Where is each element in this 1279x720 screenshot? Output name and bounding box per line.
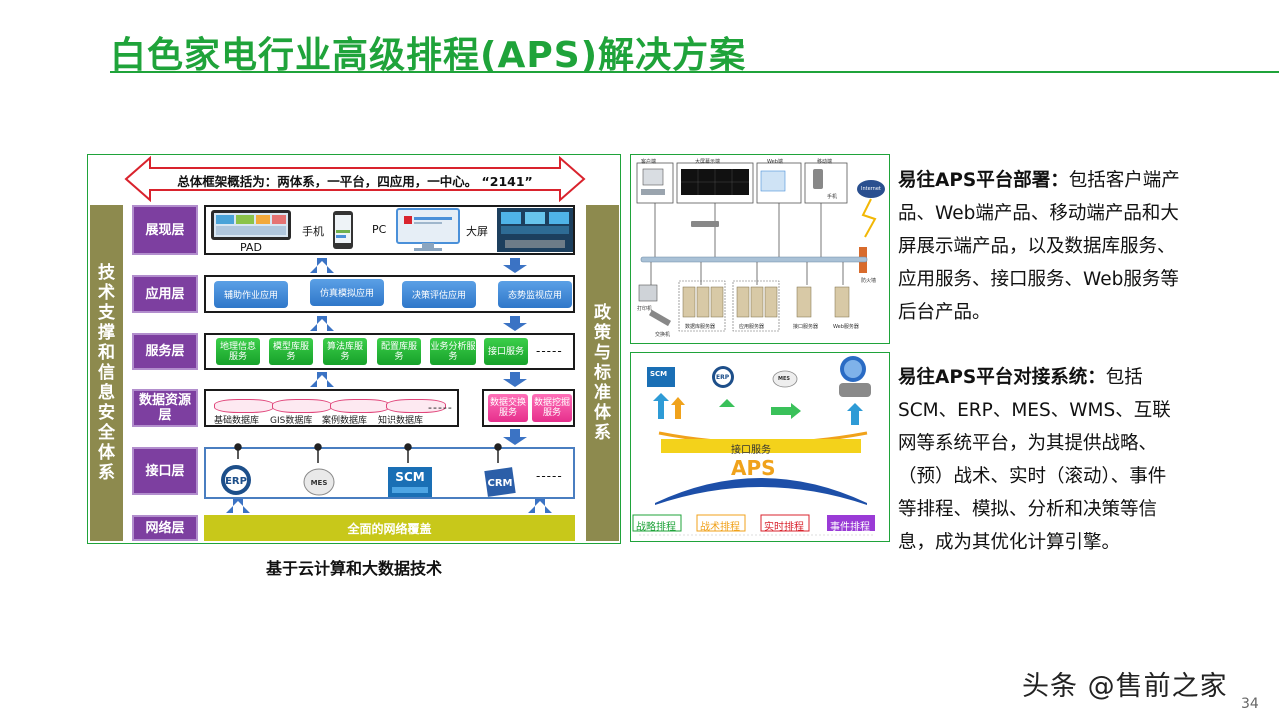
tag-tactical: 战术排程 (700, 522, 740, 533)
scm-logo-icon: SCM (388, 467, 432, 497)
deployment-body: 包括客户端产品、Web端产品、移动端产品和大屏展示端产品，以及数据库服务、应用服… (898, 170, 1180, 323)
integration-body: 包括SCM、ERP、MES、WMS、互联网等系统平台，为其提供战略、（预）战术、… (898, 367, 1171, 553)
integration-lead: 易往APS平台对接系统： (898, 367, 1106, 388)
title-underline (110, 71, 1279, 73)
service-algorithm: 算法库服务 (323, 338, 367, 365)
service-analysis: 业务分析服务 (430, 338, 476, 365)
deploy-label-bigscreen: 大屏幕示端 (695, 159, 721, 165)
layer-label-application: 应用层 (132, 275, 198, 313)
database-cylinder (272, 399, 332, 413)
watermark: 头条 @售前之家 (1022, 671, 1228, 702)
big-screen-label: 大屏 (466, 225, 488, 238)
database-cylinder (330, 399, 390, 413)
framework-summary: 总体框架概括为：两体系，一平台，四应用，一中心。 “2141” (177, 174, 533, 189)
deployment-lead: 易往APS平台部署： (898, 170, 1069, 191)
deploy-label-internet: Internet (861, 186, 881, 192)
data-mining-service: 数据挖掘服务 (532, 394, 572, 422)
pad-label: PAD (240, 241, 262, 254)
deploy-label-client: 客户端 (641, 159, 657, 165)
interface-layer-box: ERP MES SCM CRM ----- (204, 447, 575, 499)
database-cylinder (214, 399, 274, 413)
layer-label-presentation: 展现层 (132, 205, 198, 255)
deploy-label-printer: 打印机 (637, 306, 653, 312)
service-gis: 地理信息服务 (216, 338, 260, 365)
data-exchange-service: 数据交换服务 (488, 394, 528, 422)
tag-strategic: 战略排程 (636, 522, 676, 533)
deployment-paragraph: 易往APS平台部署：包括客户端产品、Web端产品、移动端产品和大屏展示端产品，以… (898, 164, 1180, 329)
svg-text:MES: MES (311, 479, 328, 487)
layer-label-network: 网络层 (132, 515, 198, 541)
service-more-dashes: ----- (536, 344, 563, 358)
tag-realtime: 实时排程 (764, 522, 804, 533)
app-monitor: 态势监视应用 (498, 281, 572, 308)
app-decision: 决策评估应用 (402, 281, 476, 308)
aps-core-label: APS (731, 456, 776, 480)
mes-logo-icon: MES (303, 468, 335, 496)
db-basic: 基础数据库 (214, 416, 260, 426)
svg-text:SCM: SCM (395, 470, 424, 484)
crm-logo-icon: CRM (484, 467, 516, 497)
db-case: 案例数据库 (322, 416, 368, 426)
layer-label-interface: 接口层 (132, 447, 198, 495)
integ-mes-label: MES (778, 376, 790, 382)
deploy-label-app-server: 应用服务器 (739, 324, 765, 330)
deployment-topology-panel: 客户端 大屏幕示端 Web端 移动端 手机 Internet 防火墙 打印机 交… (630, 154, 890, 344)
integration-paragraph: 易往APS平台对接系统：包括SCM、ERP、MES、WMS、互联网等系统平台，为… (898, 361, 1180, 559)
interface-service-band: 接口服务 (731, 445, 771, 456)
layer-label-data: 数据资源层 (132, 389, 198, 427)
service-interface: 接口服务 (484, 338, 528, 365)
data-layer-box: 基础数据库 GIS数据库 案例数据库 知识数据库 (204, 389, 459, 427)
application-layer-box: 辅助作业应用 仿真模拟应用 决策评估应用 态势监视应用 (204, 275, 575, 313)
layer-label-service: 服务层 (132, 333, 198, 370)
service-layer-box: 地理信息服务 模型库服务 算法库服务 配置库服务 业务分析服务 接口服务 ---… (204, 333, 575, 370)
integration-panel: SCM ERP MES 接口服务 APS 战略排程 战术排程 实时排程 事件排程 (630, 352, 890, 542)
deploy-label-firewall: 防火墙 (861, 278, 877, 284)
pad-device-icon (211, 210, 291, 240)
architecture-diagram: 总体框架概括为：两体系，一平台，四应用，一中心。 “2141” 技术支撑和信息安… (87, 154, 621, 544)
interface-more-dashes: ----- (536, 469, 563, 483)
pc-label: PC (372, 223, 387, 236)
deploy-label-phone: 手机 (827, 194, 838, 200)
network-coverage-bar: 全面的网络覆盖 (204, 515, 575, 541)
svg-text:CRM: CRM (488, 478, 513, 489)
svg-text:ERP: ERP (225, 476, 247, 487)
phone-device-icon (333, 211, 353, 249)
service-model: 模型库服务 (269, 338, 313, 365)
integ-scm-label: SCM (650, 370, 668, 378)
deploy-label-web-server: Web服务器 (833, 324, 859, 330)
app-assist: 辅助作业应用 (214, 281, 288, 308)
tech-support-column: 技术支撑和信息安全体系 (90, 205, 123, 541)
policy-standard-column: 政策与标准体系 (586, 205, 619, 541)
deployment-network-graphic (636, 162, 885, 332)
presentation-layer-box: PAD 手机 PC 大屏 (204, 205, 575, 255)
data-service-box: 数据交换服务 数据挖掘服务 (482, 389, 575, 427)
db-knowledge: 知识数据库 (378, 416, 424, 426)
erp-logo-icon: ERP (221, 465, 251, 495)
integ-erp-label: ERP (716, 374, 730, 381)
deploy-label-switch: 交换机 (655, 332, 671, 338)
deploy-label-web: Web端 (767, 159, 783, 165)
pc-monitor-icon (396, 208, 460, 251)
app-simulation: 仿真模拟应用 (310, 279, 384, 306)
control-room-icon (497, 208, 573, 252)
data-more-dashes: ----- (428, 401, 453, 414)
deploy-label-interface-server: 接口服务器 (793, 324, 819, 330)
db-gis: GIS数据库 (270, 416, 313, 426)
deploy-label-db-server: 数据库服务器 (685, 324, 716, 330)
tag-event: 事件排程 (830, 522, 870, 533)
page-number: 34 (1241, 696, 1259, 712)
phone-label: 手机 (302, 225, 324, 238)
diagram-caption: 基于云计算和大数据技术 (265, 559, 442, 578)
deploy-label-mobile: 移动端 (817, 159, 833, 165)
service-config: 配置库服务 (377, 338, 421, 365)
